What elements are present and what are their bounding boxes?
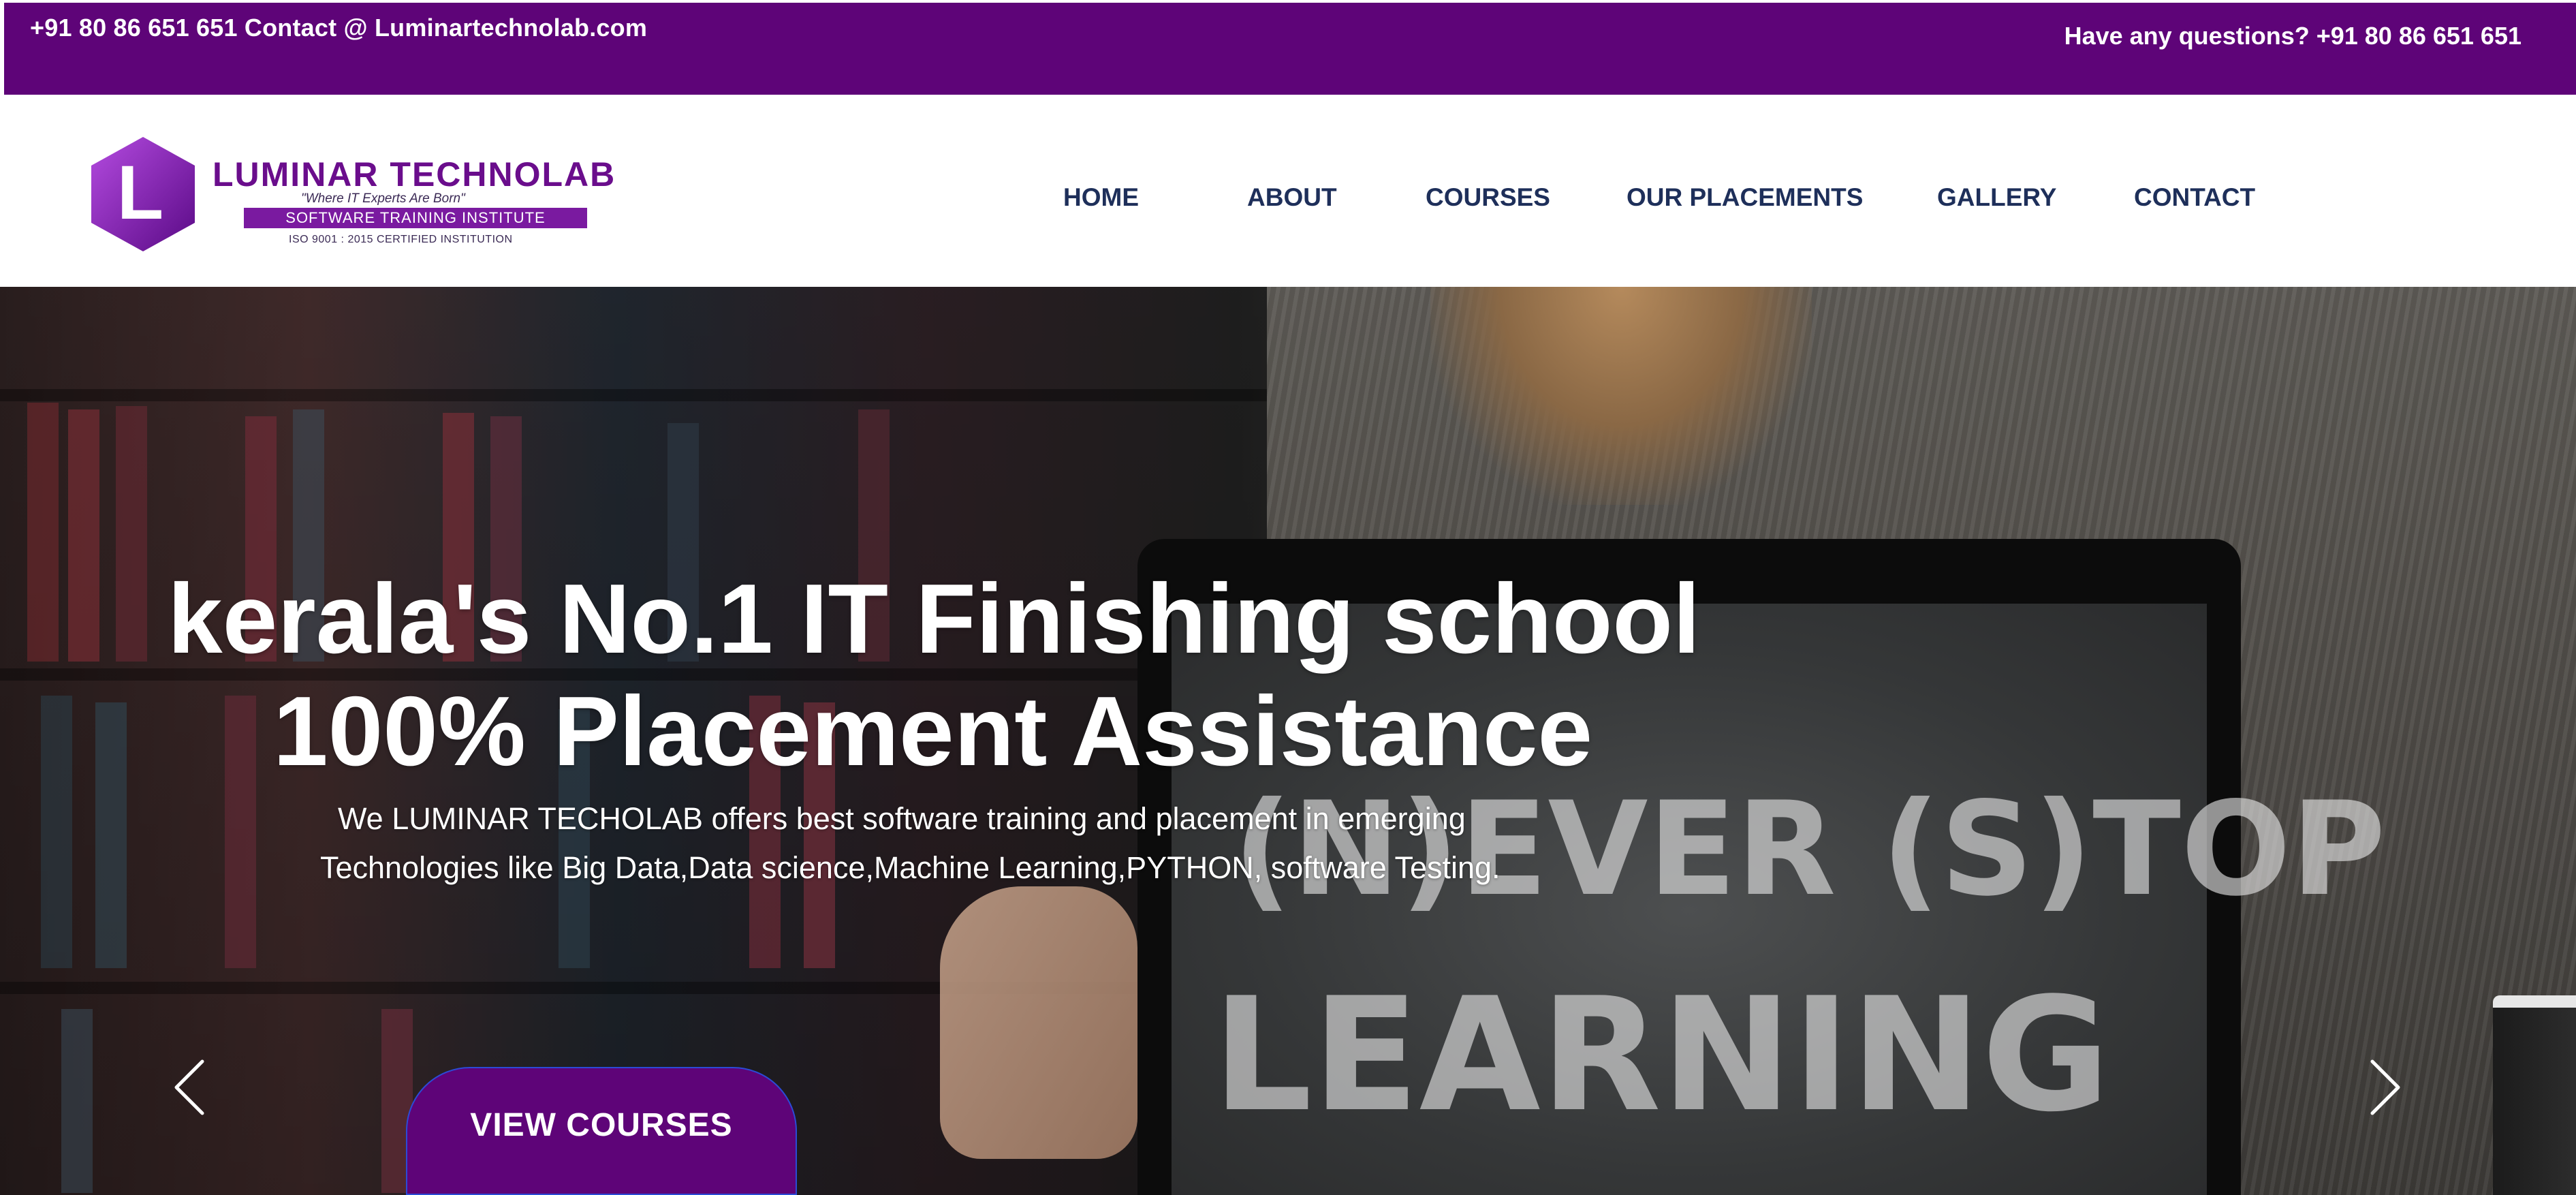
hero-headline-line1: kerala's No.1 IT Finishing school: [168, 563, 1701, 674]
questions-phone[interactable]: Have any questions? +91 80 86 651 651: [2064, 22, 2522, 50]
nav-courses[interactable]: COURSES: [1426, 183, 1550, 212]
logo-hexagon-icon: L: [91, 137, 195, 251]
hero-slider: (N)EVER (S)TOP LEARNING kerala's No.1 IT…: [0, 287, 2576, 1195]
logo-iso: ISO 9001 : 2015 CERTIFIED INSTITUTION: [289, 234, 513, 245]
hero-headline-line2: 100% Placement Assistance: [273, 676, 1593, 786]
logo-name: LUMINAR TECHNOLAB: [213, 155, 616, 193]
hair-background: [1430, 287, 1812, 505]
hand-image: [940, 886, 1137, 1159]
hero-description: We LUMINAR TECHOLAB offers best software…: [320, 794, 1546, 893]
site-header: L LUMINAR TECHNOLAB "Where IT Experts Ar…: [4, 95, 2576, 287]
logo-subtitle: SOFTWARE TRAINING INSTITUTE: [244, 208, 587, 228]
nav-contact[interactable]: CONTACT: [2134, 183, 2255, 212]
nav-home[interactable]: HOME: [1063, 183, 1139, 212]
chevron-right-icon[interactable]: [2360, 1053, 2408, 1121]
view-courses-button[interactable]: VIEW COURSES: [406, 1067, 797, 1195]
logo-tagline: "Where IT Experts Are Born": [301, 191, 465, 206]
svg-text:L: L: [117, 150, 163, 235]
chalk-text-line2: LEARNING: [1212, 965, 2111, 1147]
nav-about[interactable]: ABOUT: [1247, 183, 1337, 212]
top-contact-bar: +91 80 86 651 651 Contact @ Luminartechn…: [4, 3, 2576, 95]
hero-description-line2: Technologies like Big Data,Data science,…: [320, 850, 1501, 885]
hero-description-line1: We LUMINAR TECHOLAB offers best software…: [338, 801, 1466, 836]
site-logo[interactable]: L LUMINAR TECHNOLAB "Where IT Experts Ar…: [83, 134, 628, 270]
hero-headline: kerala's No.1 IT Finishing school 100% P…: [168, 563, 1714, 788]
cup-image: [2493, 995, 2576, 1195]
nav-our-placements[interactable]: OUR PLACEMENTS: [1627, 183, 1863, 212]
chevron-left-icon[interactable]: [167, 1053, 215, 1121]
contact-info: +91 80 86 651 651 Contact @ Luminartechn…: [30, 14, 648, 42]
nav-gallery[interactable]: GALLERY: [1937, 183, 2056, 212]
